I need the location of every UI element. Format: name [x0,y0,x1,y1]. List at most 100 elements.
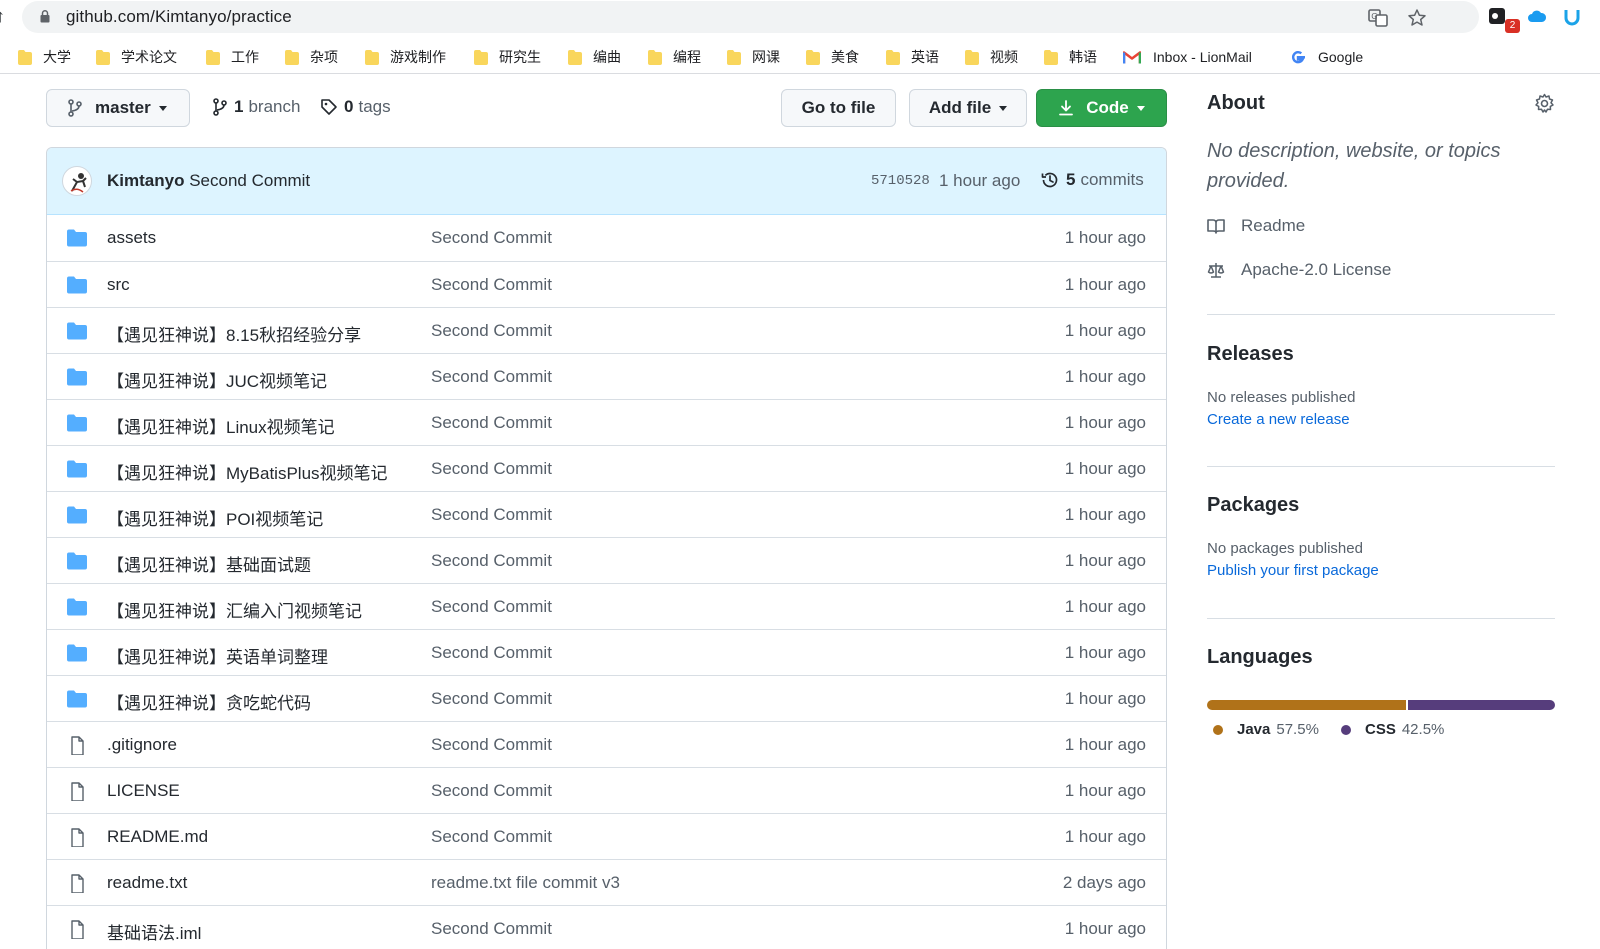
releases-title[interactable]: Releases [1207,343,1294,366]
bookmark-folder[interactable]: 网课 [727,47,780,67]
bookmark-folder[interactable]: 美食 [806,47,859,67]
bookmark-folder[interactable]: 韩语 [1044,47,1097,67]
file-row[interactable]: 基础语法.iml Second Commit 1 hour ago [47,905,1166,949]
file-row[interactable]: 【遇见狂神说】JUC视频笔记 Second Commit 1 hour ago [47,353,1166,399]
bookmark-folder[interactable]: 杂项 [285,47,338,67]
file-row[interactable]: 【遇见狂神说】MyBatisPlus视频笔记 Second Commit 1 hou… [47,445,1166,491]
file-commit-message[interactable]: readme.txt file commit v3 [431,873,620,893]
file-row[interactable]: src Second Commit 1 hour ago [47,261,1166,307]
file-commit-message[interactable]: Second Commit [431,321,552,341]
file-name[interactable]: .gitignore [107,735,177,755]
file-row[interactable]: README.md Second Commit 1 hour ago [47,813,1166,859]
file-name[interactable]: 【遇见狂神说】8.15秋招经验分享 [107,321,361,346]
address-bar[interactable]: github.com/Kimtanyo/practice G [22,1,1479,33]
file-row[interactable]: 【遇见狂神说】贪吃蛇代码 Second Commit 1 hour ago [47,675,1166,721]
file-name[interactable]: 【遇见狂神说】汇编入门视频笔记 [107,597,362,622]
file-name[interactable]: assets [107,228,156,248]
caret-down-icon [999,105,1008,111]
commit-author[interactable]: Kimtanyo [107,171,184,190]
file-name[interactable]: README.md [107,827,208,847]
file-name[interactable]: 【遇见狂神说】MyBatisPlus视频笔记 [107,459,388,484]
file-row[interactable]: 【遇见狂神说】Linux视频笔记 Second Commit 1 hour ago [47,399,1166,445]
file-row[interactable]: 【遇见狂神说】汇编入门视频笔记 Second Commit 1 hour ago [47,583,1166,629]
bookmark-folder[interactable]: 工作 [206,47,259,67]
file-commit-message[interactable]: Second Commit [431,551,552,571]
language-css[interactable]: CSS 42.5% [1341,721,1444,738]
readme-link[interactable]: Readme [1207,216,1305,236]
folder-icon [67,322,87,340]
file-name[interactable]: readme.txt [107,873,187,893]
file-row[interactable]: assets Second Commit 1 hour ago [47,215,1166,261]
back-arrow-icon[interactable]: ↑ [0,6,5,27]
branches-link[interactable]: 1 branch [212,97,300,117]
file-name[interactable]: LICENSE [107,781,180,801]
bookmark-folder[interactable]: 学术论文 [96,47,177,67]
file-commit-message[interactable]: Second Commit [431,459,552,479]
file-commit-message[interactable]: Second Commit [431,735,552,755]
file-row[interactable]: 【遇见狂神说】8.15秋招经验分享 Second Commit 1 hour ago [47,307,1166,353]
gear-icon[interactable] [1534,93,1555,114]
branch-select-button[interactable]: master [46,89,190,127]
star-bookmark-icon[interactable] [1407,8,1427,28]
bookmark-folder[interactable]: 视频 [965,47,1018,67]
folder-icon [1044,49,1058,65]
go-to-file-button[interactable]: Go to file [781,89,896,127]
commit-sha[interactable]: 5710528 [871,173,930,189]
file-row[interactable]: LICENSE Second Commit 1 hour ago [47,767,1166,813]
bookmark-folder[interactable]: 编程 [648,47,701,67]
translate-icon[interactable]: G [1368,8,1388,28]
file-commit-message[interactable]: Second Commit [431,643,552,663]
folder-icon [67,598,87,616]
avatar[interactable] [62,166,92,196]
file-name[interactable]: 【遇见狂神说】POI视频笔记 [107,505,323,530]
file-row[interactable]: 【遇见狂神说】英语单词整理 Second Commit 1 hour ago [47,629,1166,675]
publish-package-link[interactable]: Publish your first package [1207,562,1379,579]
bookmark-gmail[interactable]: Inbox - LionMail [1123,47,1252,67]
file-commit-message[interactable]: Second Commit [431,919,552,939]
license-link[interactable]: Apache-2.0 License [1207,260,1391,280]
file-name[interactable]: 【遇见狂神说】Linux视频笔记 [107,413,335,438]
file-commit-message[interactable]: Second Commit [431,275,552,295]
file-name[interactable]: 基础语法.iml [107,919,201,944]
commit-message[interactable]: Second Commit [189,171,310,190]
file-commit-message[interactable]: Second Commit [431,505,552,525]
file-name[interactable]: 【遇见狂神说】英语单词整理 [107,643,328,668]
bookmark-google[interactable]: Google [1290,47,1363,67]
language-java[interactable]: Java 57.5% [1213,721,1319,738]
file-name[interactable]: 【遇见狂神说】贪吃蛇代码 [107,689,311,714]
add-file-button[interactable]: Add file [909,89,1027,127]
file-row[interactable]: readme.txt readme.txt file commit v3 2 day… [47,859,1166,905]
file-commit-time: 1 hour ago [1064,413,1146,432]
create-release-link[interactable]: Create a new release [1207,411,1350,428]
url-text[interactable]: github.com/Kimtanyo/practice [66,7,292,27]
commits-link[interactable]: 5 commits [1040,170,1144,190]
lock-icon[interactable] [40,10,50,23]
file-commit-message[interactable]: Second Commit [431,228,552,248]
packages-title[interactable]: Packages [1207,494,1299,517]
bookmark-folder[interactable]: 大学 [18,47,71,67]
bookmark-folder[interactable]: 英语 [886,47,939,67]
bookmark-folder[interactable]: 游戏制作 [365,47,446,67]
file-row[interactable]: 【遇见狂神说】基础面试题 Second Commit 1 hour ago [47,537,1166,583]
file-commit-message[interactable]: Second Commit [431,367,552,387]
file-name[interactable]: 【遇见狂神说】基础面试题 [107,551,311,576]
code-button[interactable]: Code [1036,89,1167,127]
file-commit-time: 1 hour ago [1064,597,1146,616]
file-commit-message[interactable]: Second Commit [431,781,552,801]
bookmark-folder[interactable]: 研究生 [474,47,541,67]
file-row[interactable]: .gitignore Second Commit 1 hour ago [47,721,1166,767]
file-commit-message[interactable]: Second Commit [431,689,552,709]
file-commit-message[interactable]: Second Commit [431,413,552,433]
cloud-extension-icon[interactable] [1526,6,1548,28]
folder-icon [67,644,87,662]
commit-time[interactable]: 1 hour ago [939,171,1020,191]
file-commit-message[interactable]: Second Commit [431,827,552,847]
u-extension-icon[interactable] [1561,6,1583,28]
file-commit-message[interactable]: Second Commit [431,597,552,617]
file-name[interactable]: 【遇见狂神说】JUC视频笔记 [107,367,327,392]
book-icon [1207,219,1225,234]
tags-link[interactable]: 0 tags [320,97,391,117]
bookmark-folder[interactable]: 编曲 [568,47,621,67]
file-row[interactable]: 【遇见狂神说】POI视频笔记 Second Commit 1 hour ago [47,491,1166,537]
file-name[interactable]: src [107,275,130,295]
